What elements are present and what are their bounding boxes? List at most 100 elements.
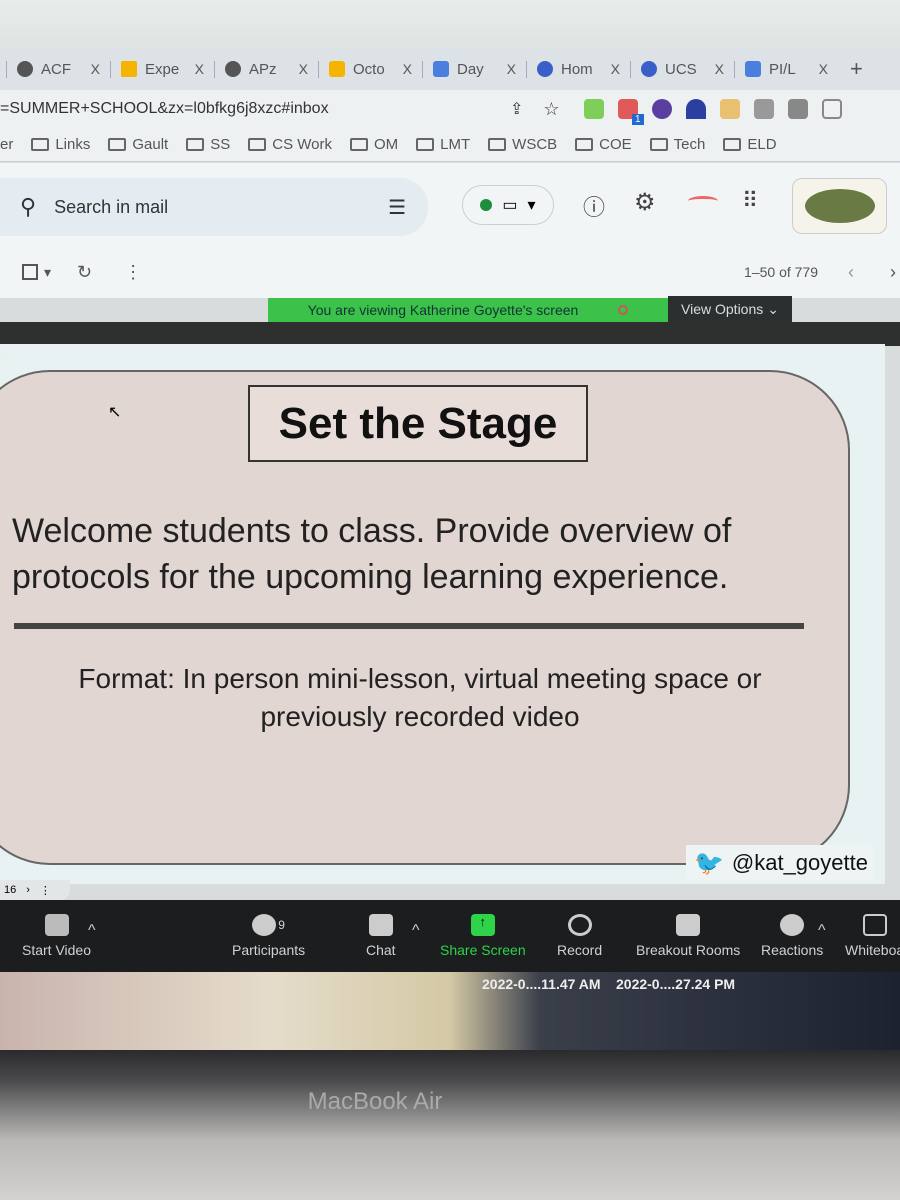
bookmark-folder[interactable]: Gault	[108, 136, 168, 153]
bookmark-folder[interactable]: OM	[349, 136, 398, 153]
desktop-background	[0, 972, 900, 1050]
bookmark-folder[interactable]: LMT	[416, 136, 470, 153]
k-extension-icon[interactable]	[651, 99, 672, 119]
help-icon[interactable]: ⓘ	[583, 190, 605, 222]
close-tab-icon[interactable]: X	[715, 61, 724, 77]
extension-icon[interactable]	[685, 99, 706, 119]
caret-up-icon[interactable]: ^	[88, 922, 96, 940]
browser-tab[interactable]: PI/L X	[734, 60, 838, 78]
smiley-icon	[780, 914, 805, 936]
close-tab-icon[interactable]: X	[195, 61, 204, 77]
participants-icon	[252, 914, 277, 936]
caret-up-icon[interactable]: ^	[412, 922, 420, 940]
participants-button[interactable]: 9 Participants	[232, 914, 305, 958]
browser-tab[interactable]: Expe X	[110, 60, 214, 78]
chevron-down-icon[interactable]: ▾	[44, 264, 51, 281]
share-screen-button[interactable]: ↑ Share Screen	[440, 914, 526, 958]
folder-icon	[31, 138, 50, 151]
record-icon	[567, 914, 592, 936]
whiteboard-icon	[862, 914, 887, 936]
url-text[interactable]: =SUMMER+SCHOOL&zx=l0bfkg6j8xzc#inbox	[0, 100, 500, 118]
close-tab-icon[interactable]: X	[299, 61, 308, 77]
close-tab-icon[interactable]: X	[611, 61, 620, 77]
globe-icon	[17, 61, 33, 77]
video-off-icon	[44, 914, 69, 936]
status-icon	[618, 305, 629, 315]
browser-tab[interactable]: APz X	[214, 60, 318, 78]
sidebar-icon[interactable]	[821, 99, 842, 119]
desktop-file-label[interactable]: 2022-0....11.47 AM	[482, 976, 601, 992]
chat-icon	[368, 914, 393, 936]
browser-tab[interactable]: Hom X	[526, 60, 630, 78]
browser-tab[interactable]: Octo X	[318, 60, 422, 78]
bookmark-folder[interactable]: WSCB	[488, 136, 557, 153]
bookmark-star-icon[interactable]: ☆	[543, 99, 559, 120]
folder-icon	[349, 138, 368, 151]
browser-tab[interactable]: Day X	[422, 60, 526, 78]
more-vert-icon[interactable]: ⋮	[40, 884, 51, 897]
pointer-icon[interactable]: ›	[26, 884, 30, 896]
select-all-checkbox[interactable]	[22, 264, 38, 280]
new-tab-button[interactable]: +	[850, 56, 863, 82]
twitter-handle: 🐦 @kat_goyette	[686, 845, 874, 881]
extension-icon[interactable]	[753, 99, 774, 119]
account-logo[interactable]	[792, 178, 887, 234]
extension-icon[interactable]	[583, 99, 604, 119]
pagination-text: 1–50 of 779	[744, 264, 818, 280]
view-options-button[interactable]: View Options ⌄	[668, 296, 792, 322]
search-icon: ⚲	[20, 194, 37, 219]
close-tab-icon[interactable]: X	[507, 61, 516, 77]
record-button[interactable]: Record	[557, 914, 602, 958]
reactions-button[interactable]: Reactions	[761, 914, 823, 958]
device-label: MacBook Air	[307, 1088, 443, 1115]
slide-page-indicator: 16 › ⋮	[0, 880, 70, 900]
app-logo-icon[interactable]	[688, 196, 718, 206]
refresh-icon[interactable]: ↻	[77, 262, 92, 283]
folder-icon	[416, 138, 435, 151]
status-dropdown[interactable]: ▭ ▾	[462, 185, 554, 225]
caret-up-icon[interactable]: ^	[818, 922, 826, 940]
puzzle-icon[interactable]	[787, 99, 808, 119]
c-logo-icon	[537, 61, 553, 77]
c-logo-icon	[641, 61, 657, 77]
bookmark-folder[interactable]: SS	[186, 136, 230, 153]
breakout-rooms-button[interactable]: Breakout Rooms	[636, 914, 740, 958]
folder-icon	[723, 138, 742, 151]
close-tab-icon[interactable]: X	[91, 61, 100, 77]
search-input[interactable]: ⚲ Search in mail ☰	[0, 178, 428, 236]
gear-icon[interactable]: ⚙	[634, 188, 656, 217]
share-icon[interactable]: ⇪	[510, 99, 523, 119]
slide-format: Format: In person mini-lesson, virtual m…	[78, 663, 762, 732]
extension-icon[interactable]: 1	[617, 99, 644, 125]
bookmark-folder[interactable]: CS Work	[248, 136, 332, 153]
drive-icon	[121, 61, 137, 77]
more-vert-icon[interactable]: ⋮	[124, 262, 142, 283]
bookmark-folder[interactable]: ELD	[723, 136, 777, 153]
browser-tab[interactable]: ACF X	[6, 60, 110, 78]
bookmark-folder[interactable]: Tech	[649, 136, 705, 153]
folder-icon	[108, 138, 127, 151]
chat-button[interactable]: Chat	[366, 914, 396, 958]
address-bar[interactable]: =SUMMER+SCHOOL&zx=l0bfkg6j8xzc#inbox ⇪ ☆…	[0, 90, 900, 128]
party-icon[interactable]	[719, 99, 740, 119]
slide-body: Welcome students to class. Provide overv…	[12, 512, 732, 596]
prev-page-icon[interactable]: ‹	[848, 262, 854, 283]
close-tab-icon[interactable]: X	[403, 61, 412, 77]
bookmark-folder[interactable]: COE	[575, 136, 632, 153]
school-seal-icon	[804, 189, 875, 223]
folder-icon	[649, 138, 668, 151]
search-options-icon[interactable]: ☰	[388, 195, 406, 220]
next-page-icon[interactable]: ›	[890, 262, 896, 283]
folder-icon	[186, 138, 205, 151]
mouse-cursor-icon: ↖	[108, 404, 122, 421]
desktop-file-label[interactable]: 2022-0....27.24 PM	[616, 976, 735, 992]
start-video-button[interactable]: Start Video	[22, 914, 91, 958]
bookmark-folder[interactable]: Links	[31, 136, 90, 153]
whiteboard-button[interactable]: Whiteboa	[845, 914, 900, 958]
bookmark[interactable]: er	[0, 136, 13, 153]
chevron-down-icon: ⌄	[767, 300, 779, 317]
browser-tab[interactable]: UCS X	[630, 60, 734, 78]
chevron-down-icon: ▾	[527, 197, 536, 214]
apps-grid-icon[interactable]: ⠿	[742, 188, 758, 214]
close-tab-icon[interactable]: X	[819, 61, 828, 77]
